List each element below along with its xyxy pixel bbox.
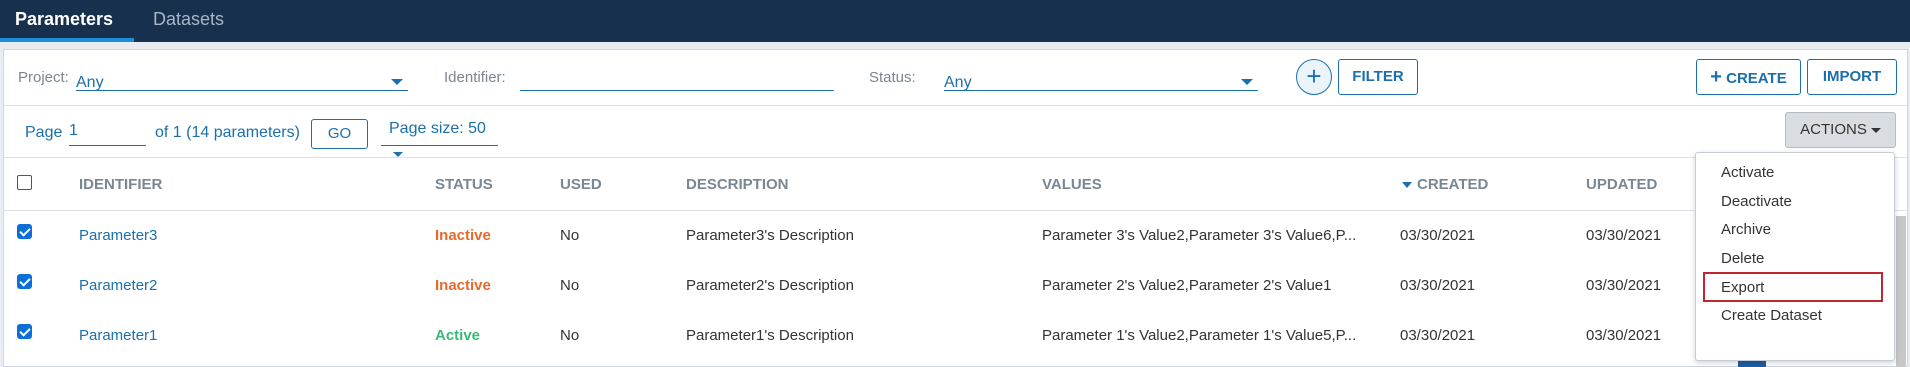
identifier-link[interactable]: Parameter1 [79, 327, 157, 344]
menu-item-activate[interactable]: Activate [1721, 164, 1774, 181]
identifier-link[interactable]: Parameter3 [79, 227, 157, 244]
menu-item-delete[interactable]: Delete [1721, 250, 1764, 267]
row-checkbox[interactable] [17, 274, 32, 289]
created-cell: 03/30/2021 [1400, 327, 1476, 344]
plus-icon: + [1306, 61, 1322, 91]
sort-descending-icon [1402, 182, 1412, 189]
go-button[interactable]: GO [311, 119, 368, 149]
description-cell: Parameter1's Description [686, 327, 854, 344]
values-cell: Parameter 2's Value2,Parameter 2's Value… [1042, 277, 1332, 294]
row-checkbox[interactable] [17, 324, 32, 339]
tab-datasets[interactable]: Datasets [134, 0, 244, 42]
created-cell: 03/30/2021 [1400, 227, 1476, 244]
plus-icon: + [1710, 66, 1722, 88]
divider [4, 157, 1909, 158]
chevron-down-icon [391, 79, 403, 85]
column-header-created[interactable]: CREATED [1402, 176, 1488, 193]
divider [4, 105, 1909, 106]
status-cell: Active [435, 327, 481, 344]
page-size-select[interactable]: Page size: 50 [381, 116, 498, 158]
header-divider [3, 210, 1908, 211]
column-header-updated[interactable]: UPDATED [1586, 176, 1657, 193]
actions-button-label: ACTIONS [1800, 121, 1867, 138]
column-header-status[interactable]: STATUS [435, 176, 493, 193]
identifier-input[interactable] [520, 57, 834, 91]
create-button[interactable]: + CREATE [1696, 59, 1801, 95]
menu-item-export[interactable]: Export [1721, 279, 1764, 296]
import-button[interactable]: IMPORT [1807, 59, 1897, 95]
status-cell: Inactive [435, 277, 491, 294]
project-label: Project: [18, 69, 69, 86]
page-number-input[interactable] [69, 116, 146, 146]
menu-item-create-dataset[interactable]: Create Dataset [1721, 307, 1822, 324]
column-header-created-label: CREATED [1417, 176, 1489, 193]
select-all-checkbox[interactable] [17, 175, 32, 190]
page-label: Page [25, 124, 63, 141]
status-cell: Inactive [435, 227, 491, 244]
actions-menu: Activate Deactivate Archive Delete Expor… [1695, 152, 1895, 361]
identifier-label: Identifier: [444, 69, 506, 86]
values-cell: Parameter 3's Value2,Parameter 3's Value… [1042, 227, 1357, 244]
chevron-down-icon [1241, 79, 1253, 85]
identifier-link[interactable]: Parameter2 [79, 277, 157, 294]
chevron-down-icon [1870, 127, 1881, 133]
updated-cell: 03/30/2021 [1586, 327, 1662, 344]
top-nav: Parameters Datasets [0, 0, 1910, 42]
status-label: Status: [869, 69, 916, 86]
description-cell: Parameter3's Description [686, 227, 854, 244]
filter-button[interactable]: FILTER [1338, 59, 1418, 95]
status-select-value: Any [944, 74, 972, 91]
used-cell: No [560, 227, 580, 244]
menu-item-archive[interactable]: Archive [1721, 221, 1771, 238]
status-select[interactable]: Any [944, 57, 1258, 91]
create-button-label: CREATE [1726, 70, 1787, 87]
parameters-panel: Project: Any Identifier: Status: Any + F… [3, 49, 1909, 367]
updated-cell: 03/30/2021 [1586, 277, 1662, 294]
updated-cell: 03/30/2021 [1586, 227, 1662, 244]
created-cell: 03/30/2021 [1400, 277, 1476, 294]
used-cell: No [560, 277, 580, 294]
column-header-description[interactable]: DESCRIPTION [686, 176, 789, 193]
add-filter-button[interactable]: + [1296, 59, 1332, 95]
vertical-scrollbar[interactable] [1896, 216, 1906, 367]
actions-button[interactable]: ACTIONS [1785, 112, 1896, 148]
row-checkbox[interactable] [17, 224, 32, 239]
values-cell: Parameter 1's Value2,Parameter 1's Value… [1042, 327, 1357, 344]
page-count-text: of 1 (14 parameters) [155, 124, 300, 141]
project-select-value: Any [76, 74, 104, 91]
column-header-used[interactable]: USED [560, 176, 602, 193]
description-cell: Parameter2's Description [686, 277, 854, 294]
column-header-values[interactable]: VALUES [1042, 176, 1102, 193]
column-header-identifier[interactable]: IDENTIFIER [79, 176, 162, 193]
tab-parameters[interactable]: Parameters [0, 0, 134, 42]
used-cell: No [560, 327, 580, 344]
menu-item-deactivate[interactable]: Deactivate [1721, 193, 1792, 210]
project-select[interactable]: Any [76, 57, 408, 91]
page-size-value: Page size: 50 [389, 120, 486, 137]
